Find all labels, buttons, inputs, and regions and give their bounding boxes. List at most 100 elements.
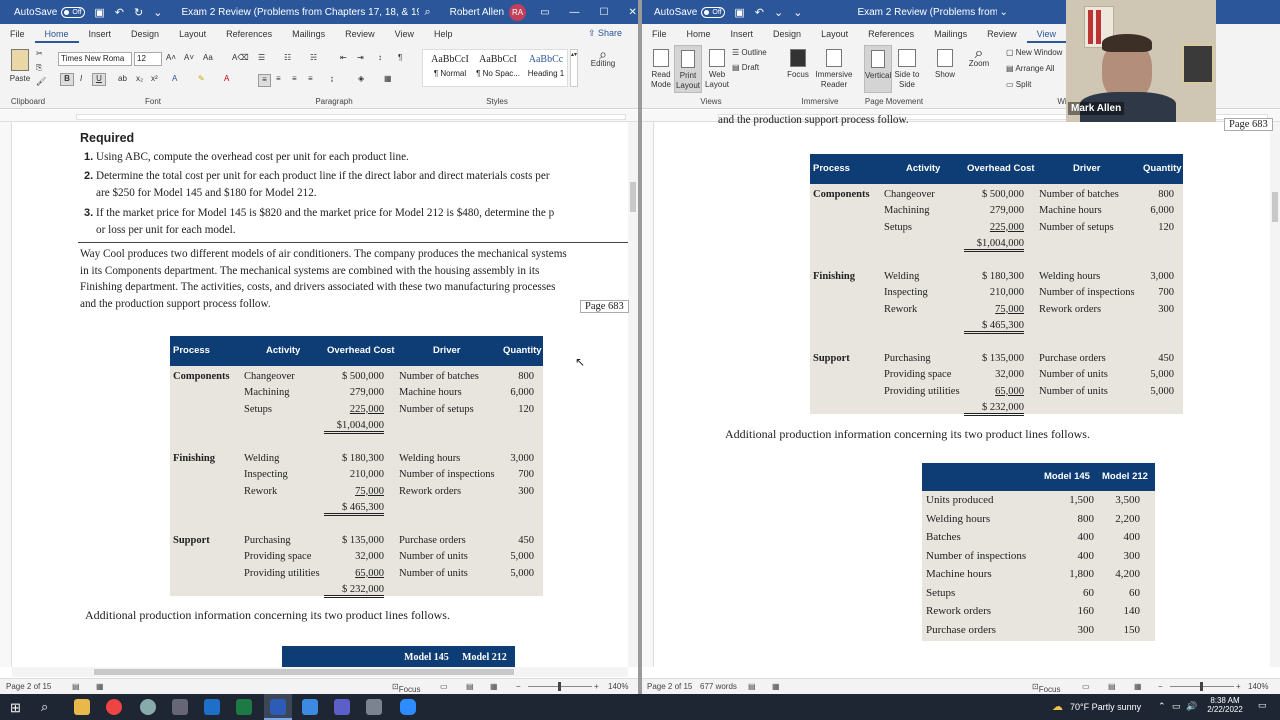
undo-icon[interactable]: ↶	[115, 6, 124, 19]
arrange-all-button[interactable]: ▤ Arrange All	[1006, 64, 1054, 74]
app-icon[interactable]	[140, 699, 156, 715]
line-spacing-icon[interactable]: ↨	[330, 74, 334, 84]
focus-button[interactable]: Focus	[786, 49, 810, 80]
tab-review[interactable]: Review	[335, 29, 385, 43]
increase-indent-icon[interactable]: ⇥	[357, 53, 364, 63]
tab-design[interactable]: Design	[121, 29, 169, 43]
close-icon[interactable]: ✕	[629, 7, 637, 18]
teams-icon[interactable]	[334, 699, 350, 715]
style-no-spacing[interactable]: AaBbCcI ¶ No Spac...	[475, 54, 521, 78]
tab-file[interactable]: File	[0, 29, 35, 43]
hscroll-thumb[interactable]	[94, 669, 514, 675]
show-marks-icon[interactable]: ¶	[398, 53, 402, 63]
focus-button[interactable]: ⊡ Focus	[1032, 682, 1061, 694]
zoom-slider-thumb[interactable]	[1200, 682, 1203, 691]
zoom-level[interactable]: 140%	[608, 682, 628, 691]
macro-icon[interactable]: ▦	[96, 682, 104, 691]
show-hidden-icons[interactable]: ⌃	[1158, 701, 1166, 712]
network-icon[interactable]: ▭	[1172, 701, 1181, 712]
horizontal-scrollbar[interactable]	[12, 667, 628, 677]
shrink-font-icon[interactable]: A˅	[184, 53, 194, 63]
font-size-select[interactable]: 12	[134, 52, 162, 66]
excel-icon[interactable]	[236, 699, 252, 715]
zoom-in-icon[interactable]: +	[594, 682, 599, 691]
superscript-icon[interactable]: x²	[151, 74, 158, 84]
macro-icon[interactable]: ▦	[772, 682, 780, 691]
share-button[interactable]: ⇪ Share	[588, 28, 622, 39]
change-case-icon[interactable]: Aa	[203, 53, 213, 63]
web-layout-icon[interactable]: ▦	[1134, 682, 1142, 691]
read-mode-icon[interactable]: ▭	[440, 682, 448, 691]
proofing-icon[interactable]: ▤	[748, 682, 756, 691]
outlook-icon[interactable]	[204, 699, 220, 715]
print-layout-button[interactable]: Print Layout	[674, 45, 702, 93]
zoom-in-icon[interactable]: +	[1236, 682, 1241, 691]
tab-home[interactable]: Home	[34, 29, 79, 43]
scroll-thumb[interactable]	[1272, 192, 1278, 222]
split-button[interactable]: ▭ Split	[1006, 80, 1031, 90]
align-center-icon[interactable]: ≡	[276, 74, 281, 84]
tab-home[interactable]: Home	[677, 29, 721, 43]
tab-help[interactable]: Help	[424, 29, 463, 43]
subscript-icon[interactable]: x₂	[136, 74, 143, 84]
word-icon[interactable]	[270, 699, 286, 715]
vertical-scrollbar[interactable]	[628, 122, 638, 667]
word-count[interactable]: 677 words	[700, 682, 737, 691]
new-window-button[interactable]: ▢ New Window	[1006, 48, 1062, 58]
page-count[interactable]: Page 2 of 15	[647, 682, 692, 691]
tab-view[interactable]: View	[1026, 29, 1067, 43]
justify-icon[interactable]: ≡	[308, 74, 313, 84]
page-count[interactable]: Page 2 of 15	[6, 682, 51, 691]
save-icon[interactable]: ▣	[734, 6, 744, 19]
format-painter-icon[interactable]: 🖌	[36, 77, 46, 87]
style-normal[interactable]: AaBbCcI ¶ Normal	[427, 54, 473, 78]
zoom-slider-thumb[interactable]	[558, 682, 561, 691]
scroll-thumb[interactable]	[630, 182, 636, 212]
tab-references[interactable]: References	[858, 29, 924, 43]
redo-icon[interactable]: ↻	[134, 6, 143, 19]
underline-button[interactable]: U	[92, 73, 106, 86]
tab-insert[interactable]: Insert	[721, 29, 764, 43]
align-left-icon[interactable]: ≡	[258, 74, 271, 87]
multilevel-list-icon[interactable]: ☵	[310, 53, 317, 63]
proofing-icon[interactable]: ▤	[72, 682, 80, 691]
clock[interactable]: 8:38 AM 2/22/2022	[1202, 696, 1248, 714]
tab-file[interactable]: File	[642, 29, 677, 43]
read-mode-icon[interactable]: ▭	[1082, 682, 1090, 691]
customize-qat-icon[interactable]: ⌄	[153, 6, 162, 19]
start-icon[interactable]: ⊞	[10, 700, 21, 716]
chrome-icon[interactable]	[106, 699, 122, 715]
maximize-icon[interactable]: ☐	[600, 7, 609, 18]
vertical-button[interactable]: Vertical	[864, 45, 892, 93]
volume-icon[interactable]: 🔊	[1186, 701, 1197, 712]
immersive-reader-button[interactable]: Immersive Reader	[814, 49, 854, 90]
search-icon[interactable]: ⌕	[41, 699, 48, 715]
shading-icon[interactable]: ◈	[358, 74, 364, 84]
tab-layout[interactable]: Layout	[811, 29, 858, 43]
autosave-toggle[interactable]: Off	[701, 6, 726, 18]
calculator-icon[interactable]	[172, 699, 188, 715]
zoom-out-icon[interactable]: −	[516, 682, 521, 691]
text-effects-icon[interactable]: A	[172, 74, 177, 84]
print-layout-icon[interactable]: ▤	[1108, 682, 1116, 691]
copy-icon[interactable]: ⎘	[36, 63, 42, 73]
photos-icon[interactable]	[302, 699, 318, 715]
title-dropdown-icon[interactable]: ⌄	[999, 7, 1007, 18]
side-to-side-button[interactable]: Side to Side	[894, 49, 920, 90]
tab-layout[interactable]: Layout	[169, 29, 216, 43]
numbering-icon[interactable]: ☷	[284, 53, 291, 63]
read-mode-button[interactable]: Read Mode	[648, 49, 674, 90]
font-color-icon[interactable]: A	[224, 74, 229, 84]
bold-button[interactable]: B	[60, 73, 74, 86]
customize-qat-icon[interactable]: ⌄	[793, 6, 802, 19]
zoom-out-icon[interactable]: −	[1158, 682, 1163, 691]
tab-design[interactable]: Design	[763, 29, 811, 43]
avatar[interactable]: RA	[509, 3, 527, 21]
align-right-icon[interactable]: ≡	[292, 74, 297, 84]
tab-mailings[interactable]: Mailings	[282, 29, 335, 43]
clear-formatting-icon[interactable]: A⌫	[232, 53, 249, 63]
web-layout-icon[interactable]: ▦	[490, 682, 498, 691]
tab-view[interactable]: View	[385, 29, 424, 43]
bullets-icon[interactable]: ☰	[258, 53, 265, 63]
zoom-level[interactable]: 140%	[1248, 682, 1268, 691]
